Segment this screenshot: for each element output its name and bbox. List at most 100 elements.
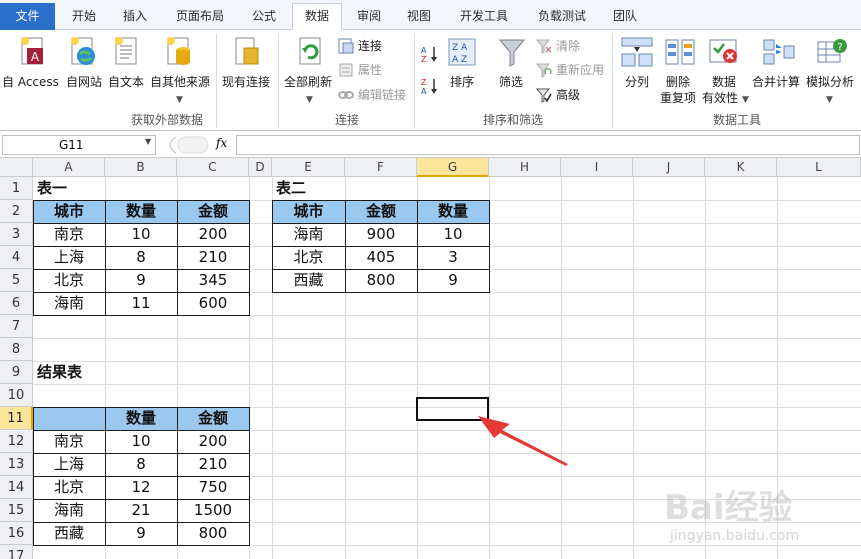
row-header-1[interactable]: 1 <box>0 177 33 200</box>
table2-data-cell[interactable]: 海南 <box>272 223 345 246</box>
result-data-cell[interactable]: 12 <box>105 476 177 499</box>
table1-data-cell[interactable]: 南京 <box>33 223 105 246</box>
result-data-cell[interactable]: 北京 <box>33 476 105 499</box>
result-data-cell[interactable]: 南京 <box>33 430 105 453</box>
name-box[interactable]: G11 <box>2 135 156 155</box>
table1-data-cell[interactable]: 210 <box>177 246 249 269</box>
chevron-down-icon[interactable]: ▼ <box>145 137 151 146</box>
row-header-6[interactable]: 6 <box>0 292 33 315</box>
row-header-8[interactable]: 8 <box>0 338 33 361</box>
sort-ascending-button[interactable]: AZ <box>420 44 442 64</box>
result-data-cell[interactable]: 西藏 <box>33 522 105 545</box>
table2-data-cell[interactable]: 405 <box>345 246 417 269</box>
table1-data-cell[interactable]: 上海 <box>33 246 105 269</box>
text-to-columns-button[interactable]: 分列 <box>616 34 658 108</box>
tab-load-test[interactable]: 负载测试 <box>526 4 598 29</box>
edit-links-button[interactable]: 编辑链接 <box>338 85 410 105</box>
column-header-f[interactable]: F <box>345 158 417 177</box>
result-title[interactable]: 结果表 <box>33 361 153 384</box>
consolidate-button[interactable]: 合并计算 <box>752 34 806 108</box>
tab-page-layout[interactable]: 页面布局 <box>164 4 236 29</box>
tab-insert[interactable]: 插入 <box>112 4 158 29</box>
column-header-a[interactable]: A <box>33 158 105 177</box>
row-header-3[interactable]: 3 <box>0 223 33 246</box>
column-header-g[interactable]: G <box>417 158 489 177</box>
result-data-cell[interactable]: 1500 <box>177 499 249 522</box>
table1-header-cell[interactable]: 金额 <box>177 200 249 223</box>
tab-developer[interactable]: 开发工具 <box>448 4 520 29</box>
row-header-12[interactable]: 12 <box>0 430 33 453</box>
result-data-cell[interactable]: 海南 <box>33 499 105 522</box>
what-if-analysis-button[interactable]: ? 模拟分析 ▼ <box>806 34 860 108</box>
row-header-9[interactable]: 9 <box>0 361 33 384</box>
from-web-button[interactable]: 自网站 <box>64 34 104 108</box>
table2-data-cell[interactable]: 3 <box>417 246 489 269</box>
tab-team[interactable]: 团队 <box>602 4 648 29</box>
result-data-cell[interactable]: 750 <box>177 476 249 499</box>
table1-data-cell[interactable]: 200 <box>177 223 249 246</box>
sort-descending-button[interactable]: ZA <box>420 76 442 96</box>
advanced-filter-button[interactable]: 高级 <box>536 85 608 105</box>
column-header-l[interactable]: L <box>777 158 861 177</box>
table2-data-cell[interactable]: 西藏 <box>272 269 345 292</box>
insert-function-icon[interactable]: fx <box>216 136 227 150</box>
table1-header-cell[interactable]: 城市 <box>33 200 105 223</box>
tab-data[interactable]: 数据 <box>292 3 342 30</box>
column-header-k[interactable]: K <box>705 158 777 177</box>
table1-data-cell[interactable]: 600 <box>177 292 249 315</box>
table2-data-cell[interactable]: 10 <box>417 223 489 246</box>
row-header-17[interactable]: 17 <box>0 545 33 559</box>
table2-header-cell[interactable]: 数量 <box>417 200 489 223</box>
table2-header-cell[interactable]: 城市 <box>272 200 345 223</box>
result-header-cell[interactable]: 数量 <box>105 407 177 430</box>
tab-file[interactable]: 文件 <box>0 3 55 30</box>
result-data-cell[interactable]: 10 <box>105 430 177 453</box>
column-header-c[interactable]: C <box>177 158 249 177</box>
filter-button[interactable]: 筛选 <box>492 34 532 108</box>
formula-input[interactable] <box>236 135 860 155</box>
clear-filter-button[interactable]: 清除 <box>536 36 608 56</box>
column-header-d[interactable]: D <box>249 158 272 177</box>
column-header-e[interactable]: E <box>272 158 345 177</box>
row-header-11[interactable]: 11 <box>0 407 33 430</box>
table1-title[interactable]: 表一 <box>33 177 153 200</box>
column-header-h[interactable]: H <box>489 158 561 177</box>
result-data-cell[interactable]: 21 <box>105 499 177 522</box>
reapply-button[interactable]: 重新应用 <box>536 60 608 80</box>
existing-connections-button[interactable]: 现有连接 <box>220 34 274 108</box>
table2-data-cell[interactable]: 800 <box>345 269 417 292</box>
result-data-cell[interactable]: 800 <box>177 522 249 545</box>
result-data-cell[interactable]: 8 <box>105 453 177 476</box>
select-all-corner[interactable] <box>0 158 33 177</box>
table1-data-cell[interactable]: 8 <box>105 246 177 269</box>
sort-button[interactable]: Z A A Z 排序 <box>444 34 480 108</box>
tab-review[interactable]: 审阅 <box>346 4 392 29</box>
result-data-cell[interactable]: 200 <box>177 430 249 453</box>
row-header-16[interactable]: 16 <box>0 522 33 545</box>
table2-data-cell[interactable]: 9 <box>417 269 489 292</box>
table2-header-cell[interactable]: 金额 <box>345 200 417 223</box>
table1-data-cell[interactable]: 345 <box>177 269 249 292</box>
refresh-all-button[interactable]: 全部刷新 ▼ <box>282 34 336 108</box>
remove-duplicates-button[interactable]: 删除 重复项 <box>660 34 700 108</box>
result-header-cell[interactable] <box>33 407 105 430</box>
from-access-button[interactable]: A 自 Access <box>2 34 62 108</box>
from-other-sources-button[interactable]: 自其他来源 ▼ <box>148 34 212 108</box>
column-header-i[interactable]: I <box>561 158 633 177</box>
row-header-14[interactable]: 14 <box>0 476 33 499</box>
table1-data-cell[interactable]: 10 <box>105 223 177 246</box>
table2-data-cell[interactable]: 北京 <box>272 246 345 269</box>
table1-data-cell[interactable]: 北京 <box>33 269 105 292</box>
tab-formulas[interactable]: 公式 <box>240 4 288 29</box>
column-header-b[interactable]: B <box>105 158 177 177</box>
row-header-5[interactable]: 5 <box>0 269 33 292</box>
column-header-j[interactable]: J <box>633 158 705 177</box>
row-header-15[interactable]: 15 <box>0 499 33 522</box>
table1-data-cell[interactable]: 9 <box>105 269 177 292</box>
row-header-2[interactable]: 2 <box>0 200 33 223</box>
result-data-cell[interactable]: 上海 <box>33 453 105 476</box>
row-header-13[interactable]: 13 <box>0 453 33 476</box>
table1-data-cell[interactable]: 11 <box>105 292 177 315</box>
connections-button[interactable]: 连接 <box>338 36 410 56</box>
properties-button[interactable]: 属性 <box>338 60 410 80</box>
